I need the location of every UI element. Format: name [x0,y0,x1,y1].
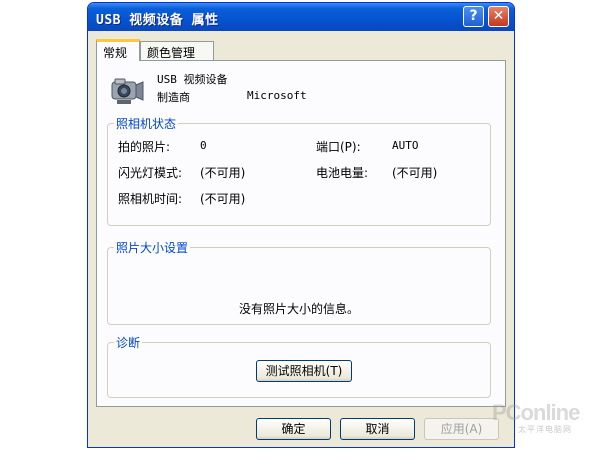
apply-button[interactable]: 应用(A) [424,418,499,440]
title-bar[interactable]: USB 视频设备 属性 ? ✕ [88,3,514,31]
photo-size-message: 没有照片大小的信息。 [238,302,359,316]
test-camera-button[interactable]: 测试照相机(T) [256,360,352,382]
photo-size-group: 照片大小设置 没有照片大小的信息。 [107,239,491,325]
close-button[interactable]: ✕ [488,6,509,27]
tab-panel-general: USB 视频设备 制造商 Microsoft 照相机状态 拍的照片: 0 端口(… [96,60,506,407]
window-title: USB 视频设备 属性 [96,13,219,28]
camera-status-title: 照相机状态 [114,115,179,132]
diagnostics-group: 诊断 测试照相机(T) [107,334,491,398]
battery-label: 电池电量: [316,166,369,180]
tab-general[interactable]: 常规 [96,39,140,61]
battery-value: (不可用) [392,166,438,180]
watermark: PConline 太平洋电脑网 [492,400,580,434]
watermark-brand: PConline [492,400,580,425]
diagnostics-title: 诊断 [114,334,143,351]
tab-strip: 常规 颜色管理 [96,39,506,61]
camera-time-value: (不可用) [200,192,246,206]
flash-mode-label: 闪光灯模式: [118,166,183,180]
help-button[interactable]: ? [463,6,484,27]
camera-status-group: 照相机状态 拍的照片: 0 端口(P): AUTO 闪光灯模式: (不可用) 电… [107,115,491,226]
properties-dialog: USB 视频设备 属性 ? ✕ 常规 颜色管理 USB 视频设备 制造商 Mic… [87,2,515,448]
photo-size-title: 照片大小设置 [114,239,191,256]
flash-mode-value: (不可用) [200,166,246,180]
manufacturer-label: 制造商 [157,91,190,104]
device-name: USB 视频设备 [157,73,228,86]
port-label: 端口(P): [316,140,361,154]
camera-time-label: 照相机时间: [118,192,183,206]
photos-taken-value: 0 [200,139,207,152]
cancel-button[interactable]: 取消 [340,418,415,440]
port-value: AUTO [392,139,419,152]
close-icon: ✕ [492,8,505,24]
ok-button[interactable]: 确定 [256,418,331,440]
camera-icon [111,78,144,104]
watermark-sub: 太平洋电脑网 [518,425,572,434]
help-icon: ? [469,8,478,24]
photos-taken-label: 拍的照片: [118,140,171,154]
tab-color-management[interactable]: 颜色管理 [140,41,214,60]
manufacturer-value: Microsoft [247,89,307,102]
